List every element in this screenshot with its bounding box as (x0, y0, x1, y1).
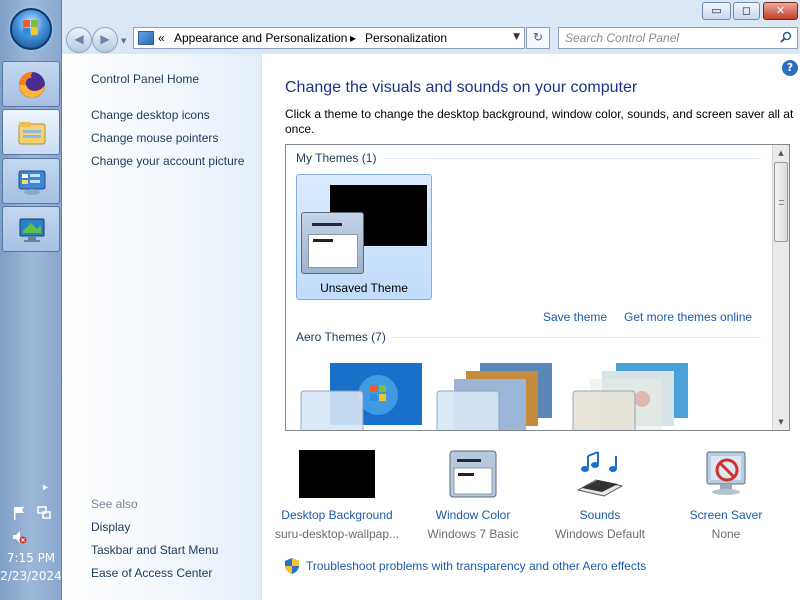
volume-muted-icon[interactable] (11, 529, 27, 545)
aero-themes-group-label[interactable]: Aero Themes (7) (296, 330, 386, 344)
save-theme-link[interactable]: Save theme (543, 310, 607, 324)
scroll-down-icon[interactable]: ▼ (773, 414, 789, 430)
desktop-background-title[interactable]: Desktop Background (272, 508, 402, 522)
taskbar-firefox-button[interactable] (2, 61, 60, 107)
minimize-icon: ▭ (711, 4, 722, 17)
breadcrumb-overflow[interactable]: « (158, 31, 165, 45)
uac-shield-icon (285, 558, 299, 574)
help-button[interactable]: ? (782, 60, 798, 76)
title-bar[interactable]: ▭ ◻ ✕ (62, 0, 800, 24)
recent-pages-dropdown[interactable]: ▼ (121, 37, 126, 45)
window-color-title[interactable]: Window Color (408, 508, 538, 522)
action-center-flag-icon[interactable] (11, 505, 27, 521)
breadcrumb-arrow[interactable]: ▸ (350, 31, 356, 45)
show-hidden-icons-chevron[interactable]: ▸ (43, 482, 48, 493)
display-link[interactable]: Display (91, 520, 130, 534)
page-description: Click a theme to change the desktop back… (285, 107, 794, 136)
troubleshoot-label: Troubleshoot problems with transparency … (306, 559, 647, 573)
refresh-button[interactable]: ↻ (526, 27, 550, 49)
sounds-setting[interactable]: Sounds Windows Default (535, 450, 665, 541)
sounds-icon (574, 450, 626, 498)
back-button[interactable]: ◀ (66, 27, 92, 53)
screen-saver-value: None (711, 527, 741, 541)
desktop-background-setting[interactable]: Desktop Background suru-desktop-wallpap.… (272, 450, 402, 541)
start-button[interactable] (10, 8, 52, 50)
window-color-value: Windows 7 Basic (427, 527, 519, 541)
remote-desktop-icon (19, 218, 45, 242)
theme-preview-window-icon (301, 212, 364, 274)
search-input[interactable]: Search Control Panel (558, 27, 798, 49)
see-also-heading: See also (91, 497, 138, 511)
group-divider (391, 337, 761, 338)
search-icon[interactable] (780, 31, 792, 43)
screen-saver-icon (701, 450, 751, 498)
forward-arrow-icon: ▶ (100, 32, 110, 46)
desktop-background-icon (299, 450, 375, 498)
address-bar[interactable]: « Appearance and Personalization ▸ Perso… (133, 27, 525, 49)
aero-theme-characters-thumbnail[interactable] (572, 363, 696, 431)
maximize-icon: ◻ (741, 4, 752, 17)
page-title: Change the visuals and sounds on your co… (285, 79, 638, 96)
tasks-pane: Control Panel Home Change desktop icons … (62, 54, 262, 600)
screen-saver-title[interactable]: Screen Saver (661, 508, 791, 522)
back-arrow-icon: ◀ (74, 32, 84, 46)
desktop-background-value: suru-desktop-wallpap... (274, 527, 400, 541)
control-panel-small-icon (138, 31, 154, 45)
search-placeholder: Search Control Panel (565, 31, 680, 45)
unsaved-theme-label: Unsaved Theme (320, 281, 408, 295)
screen-saver-setting[interactable]: Screen Saver None (661, 450, 791, 541)
refresh-icon: ↻ (532, 30, 544, 44)
close-icon: ✕ (775, 4, 786, 17)
network-icon[interactable] (36, 505, 52, 521)
close-button[interactable]: ✕ (763, 2, 798, 20)
taskbar-remote-desktop-button[interactable] (2, 206, 60, 252)
taskbar: ▸ 7:15 PM 2/23/2024 (0, 0, 62, 600)
control-panel-icon (18, 170, 46, 195)
taskbar-control-panel-button[interactable] (2, 158, 60, 204)
forward-button[interactable]: ▶ (92, 27, 118, 53)
navigation-bar: ◀ ▶ ▼ « Appearance and Personalization ▸… (62, 24, 800, 54)
group-divider (383, 158, 761, 159)
taskbar-start-menu-link[interactable]: Taskbar and Start Menu (91, 543, 218, 557)
troubleshoot-aero-link[interactable]: Troubleshoot problems with transparency … (285, 558, 647, 574)
change-account-picture-link[interactable]: Change your account picture (91, 154, 244, 168)
sounds-value: Windows Default (554, 527, 646, 541)
change-desktop-icons-link[interactable]: Change desktop icons (91, 108, 210, 122)
unsaved-theme-tile[interactable]: Unsaved Theme (296, 174, 432, 300)
breadcrumb-personalization[interactable]: Personalization (365, 31, 447, 45)
get-more-themes-link[interactable]: Get more themes online (624, 310, 752, 324)
control-panel-window: ▭ ◻ ✕ ◀ ▶ ▼ « Appearance and Personaliza… (62, 0, 800, 600)
ease-of-access-link[interactable]: Ease of Access Center (91, 566, 212, 580)
control-panel-home-link[interactable]: Control Panel Home (91, 72, 199, 86)
main-content: ? Change the visuals and sounds on your … (262, 54, 800, 600)
clock-date[interactable]: 2/23/2024 (0, 569, 62, 583)
window-color-setting[interactable]: Window Color Windows 7 Basic (408, 450, 538, 541)
scrollbar-thumb[interactable] (774, 162, 788, 242)
breadcrumb-appearance[interactable]: Appearance and Personalization (174, 31, 347, 45)
window-color-icon (449, 450, 497, 498)
my-themes-group-label[interactable]: My Themes (1) (296, 151, 376, 165)
firefox-icon (19, 72, 45, 98)
themes-scrollbar[interactable]: ▲ ▼ (772, 145, 789, 430)
clock-time[interactable]: 7:15 PM (0, 551, 62, 565)
change-mouse-pointers-link[interactable]: Change mouse pointers (91, 131, 218, 145)
minimize-button[interactable]: ▭ (702, 2, 731, 20)
scroll-up-icon[interactable]: ▲ (773, 145, 789, 161)
address-dropdown-icon[interactable]: ▼ (513, 32, 520, 42)
aero-theme-windows7-thumbnail[interactable] (300, 363, 424, 431)
sounds-title[interactable]: Sounds (535, 508, 665, 522)
themes-list[interactable]: My Themes (1) Unsaved Theme Save theme G… (285, 144, 790, 431)
windows-logo-icon (23, 20, 39, 36)
file-explorer-icon (18, 122, 46, 145)
taskbar-explorer-button[interactable] (2, 109, 60, 155)
maximize-button[interactable]: ◻ (733, 2, 760, 20)
aero-theme-architecture-thumbnail[interactable] (436, 363, 560, 431)
